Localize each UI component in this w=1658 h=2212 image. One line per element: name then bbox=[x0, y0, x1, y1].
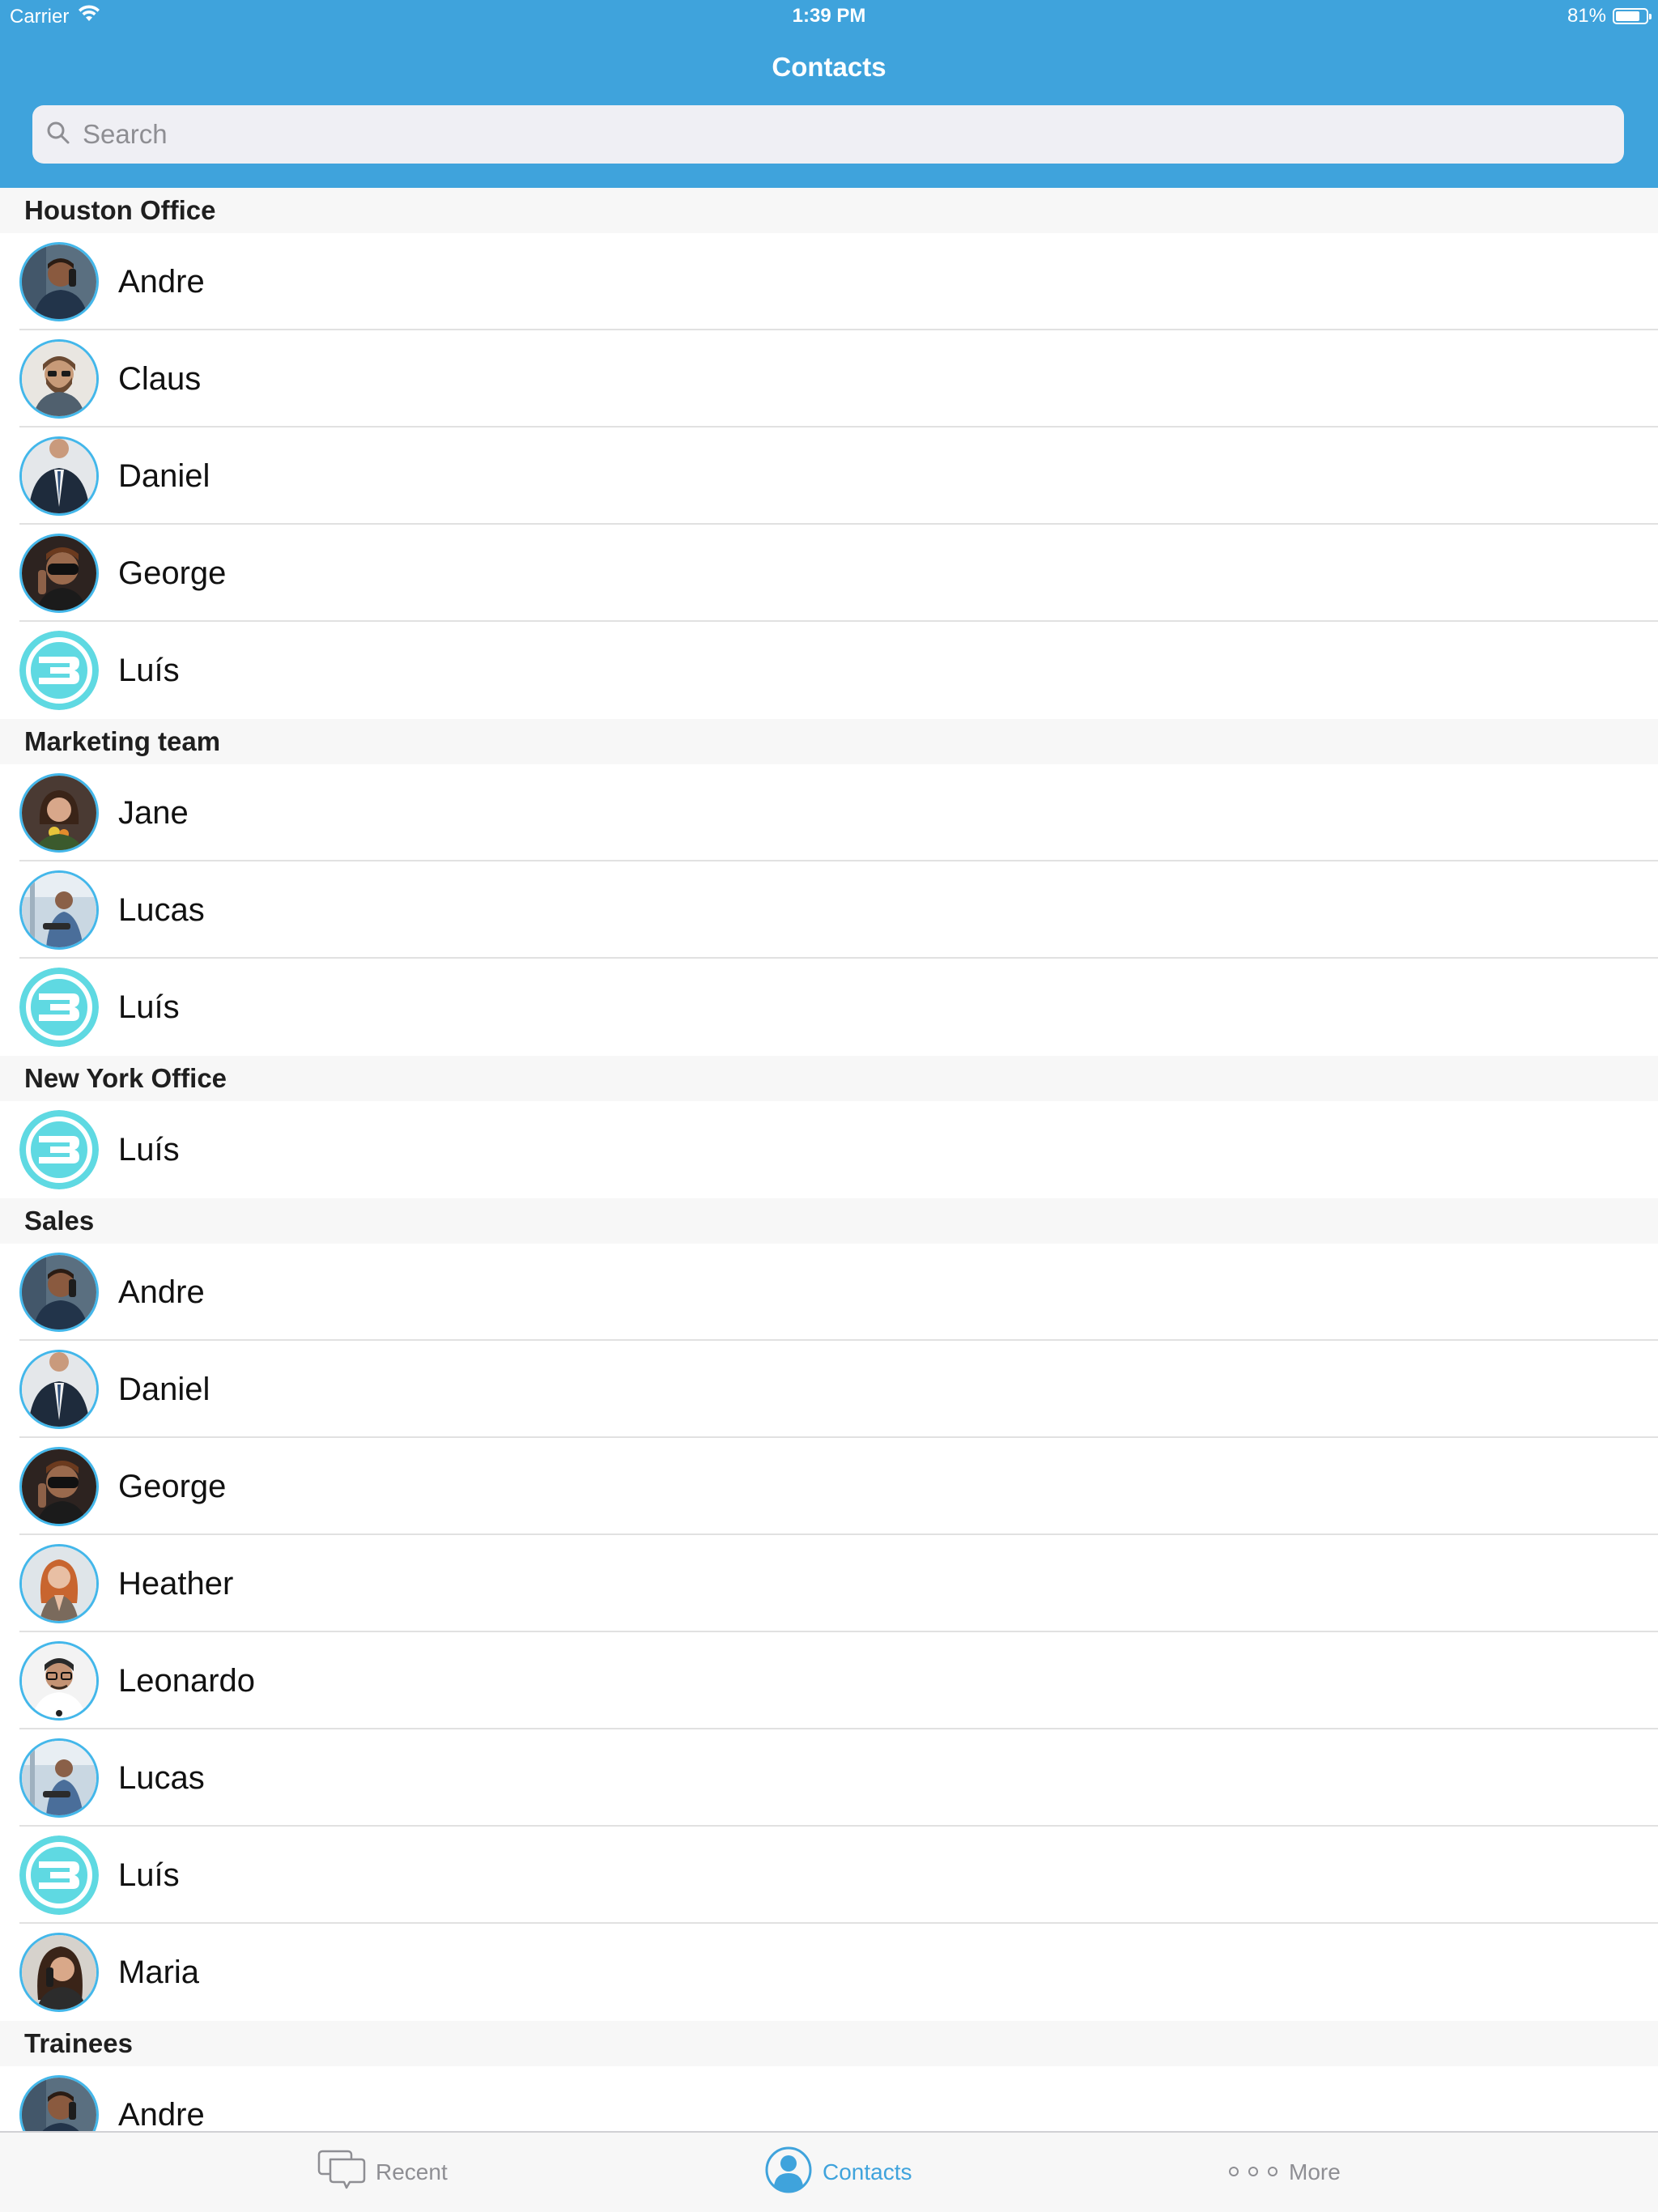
avatar bbox=[19, 1933, 99, 2012]
tab-contacts-label: Contacts bbox=[823, 2159, 912, 2184]
contact-row[interactable]: Daniel bbox=[0, 1341, 1658, 1438]
section-header: Houston Office bbox=[0, 188, 1658, 233]
contact-name: Luís bbox=[118, 1131, 180, 1168]
tab-contacts[interactable]: Contacts bbox=[764, 2133, 912, 2212]
contact-row[interactable]: Daniel bbox=[0, 428, 1658, 525]
section-header: Marketing team bbox=[0, 719, 1658, 764]
avatar bbox=[19, 1253, 99, 1332]
contact-name: Maria bbox=[118, 1954, 200, 1990]
contact-name: Andre bbox=[118, 263, 205, 300]
contact-name: Andre bbox=[118, 2096, 205, 2132]
contact-name: Heather bbox=[118, 1565, 234, 1602]
page-title: Contacts bbox=[772, 52, 886, 82]
battery-percent: 81% bbox=[1567, 5, 1606, 27]
section-header: Trainees bbox=[0, 2021, 1658, 2066]
contact-name: Lucas bbox=[118, 1759, 205, 1796]
contact-row[interactable]: Leonardo bbox=[0, 1632, 1658, 1729]
avatar bbox=[19, 1447, 99, 1526]
battery-indicator: 81% bbox=[1567, 5, 1652, 28]
avatar bbox=[19, 1110, 99, 1189]
avatar bbox=[19, 968, 99, 1047]
tab-bar: Recent Contacts More bbox=[0, 2131, 1658, 2212]
contact-name: Lucas bbox=[118, 891, 205, 928]
contact-name: Jane bbox=[118, 794, 189, 831]
contact-name: Claus bbox=[118, 360, 202, 397]
contact-name: Daniel bbox=[118, 457, 210, 494]
navigation-header: Contacts bbox=[0, 32, 1658, 188]
avatar bbox=[19, 242, 99, 321]
tab-recent-label: Recent bbox=[376, 2159, 448, 2184]
contact-name: Luís bbox=[118, 652, 180, 688]
tab-recent[interactable]: Recent bbox=[317, 2133, 448, 2212]
contact-row[interactable]: George bbox=[0, 1438, 1658, 1535]
battery-icon bbox=[1613, 8, 1652, 24]
contact-name: Leonardo bbox=[118, 1662, 256, 1699]
avatar bbox=[19, 1544, 99, 1623]
tab-more-label: More bbox=[1289, 2159, 1341, 2184]
person-icon bbox=[764, 2146, 813, 2200]
contact-name: Luís bbox=[118, 1857, 180, 1893]
more-dots-icon bbox=[1227, 2159, 1279, 2185]
tab-more[interactable]: More bbox=[1227, 2133, 1341, 2212]
contact-row[interactable]: Lucas bbox=[0, 1729, 1658, 1827]
contact-name: George bbox=[118, 1468, 227, 1504]
contact-row[interactable]: George bbox=[0, 525, 1658, 622]
battery-fill bbox=[1616, 11, 1639, 21]
contact-row[interactable]: Lucas bbox=[0, 861, 1658, 959]
chat-bubbles-icon bbox=[317, 2150, 366, 2196]
avatar bbox=[19, 1641, 99, 1721]
section-header: Sales bbox=[0, 1198, 1658, 1244]
contact-name: Daniel bbox=[118, 1371, 210, 1407]
avatar bbox=[19, 773, 99, 853]
avatar bbox=[19, 436, 99, 516]
avatar bbox=[19, 2075, 99, 2131]
contact-row[interactable]: Andre bbox=[0, 1244, 1658, 1341]
contact-row[interactable]: Luís bbox=[0, 959, 1658, 1056]
avatar bbox=[19, 1836, 99, 1915]
contact-row[interactable]: Luís bbox=[0, 1101, 1658, 1198]
contact-row[interactable]: Luís bbox=[0, 622, 1658, 719]
search-icon bbox=[45, 120, 71, 150]
status-bar: Carrier 1:39 PM 81% bbox=[0, 0, 1658, 32]
avatar bbox=[19, 870, 99, 950]
contact-name: Andre bbox=[118, 1274, 205, 1310]
contacts-list[interactable]: Houston Office Andre Claus Daniel George Luís… bbox=[0, 188, 1658, 2131]
avatar bbox=[19, 339, 99, 419]
contact-name: George bbox=[118, 555, 227, 591]
contact-row[interactable]: Maria bbox=[0, 1924, 1658, 2021]
status-time: 1:39 PM bbox=[792, 5, 866, 27]
contact-row[interactable]: Andre bbox=[0, 2066, 1658, 2131]
contact-row[interactable]: Andre bbox=[0, 233, 1658, 330]
search-bar[interactable] bbox=[32, 105, 1624, 164]
contact-row[interactable]: Jane bbox=[0, 764, 1658, 861]
avatar bbox=[19, 1738, 99, 1818]
contact-name: Luís bbox=[118, 989, 180, 1025]
contact-row[interactable]: Heather bbox=[0, 1535, 1658, 1632]
section-header: New York Office bbox=[0, 1056, 1658, 1101]
contact-row[interactable]: Luís bbox=[0, 1827, 1658, 1924]
avatar bbox=[19, 534, 99, 613]
avatar bbox=[19, 631, 99, 710]
avatar bbox=[19, 1350, 99, 1429]
search-input[interactable] bbox=[81, 118, 1590, 151]
contact-row[interactable]: Claus bbox=[0, 330, 1658, 428]
